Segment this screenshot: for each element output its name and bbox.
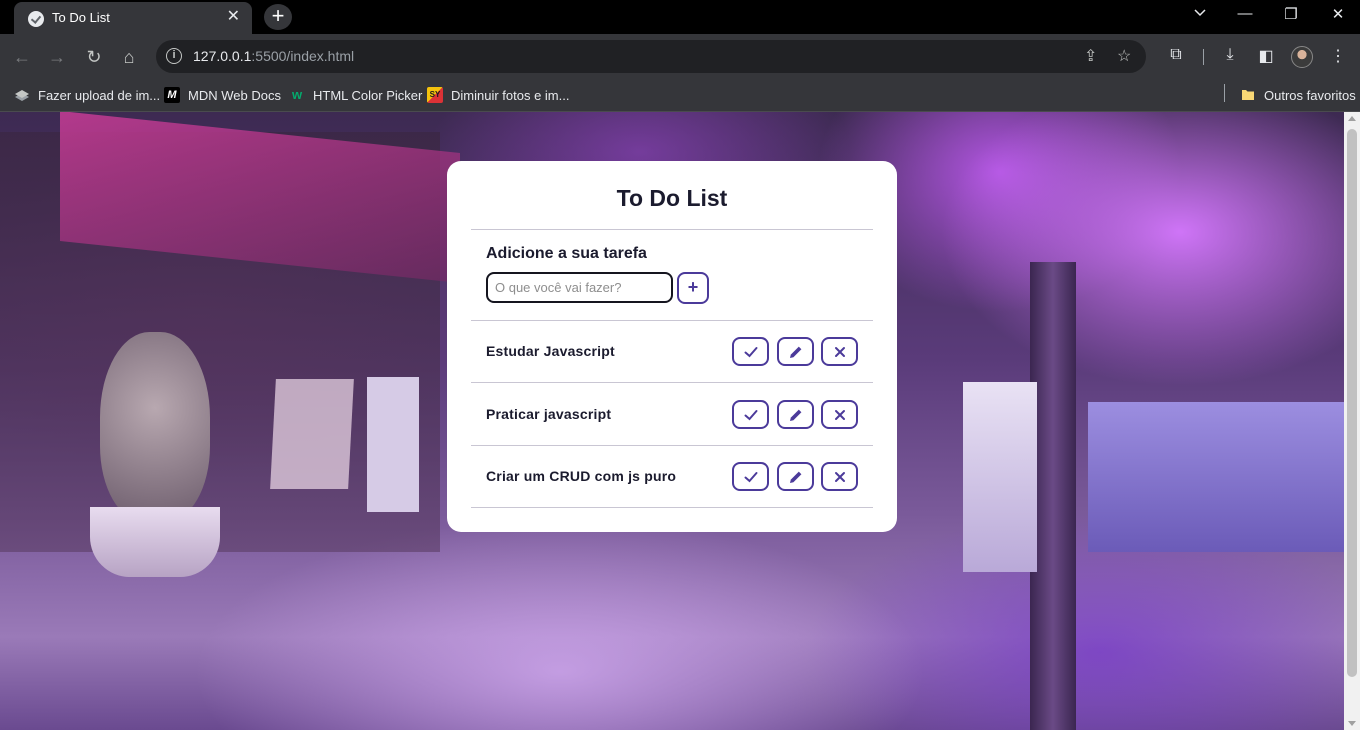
back-button[interactable]: ← [11,46,33,68]
remove-task-button[interactable] [821,462,858,491]
tab-title: To Do List [52,10,110,25]
background-menu-board [270,379,354,489]
browser-toolbar: ← → ↻ ⌂ i 127.0.0.1:5500/index.html ⇪ ☆ … [0,34,1360,79]
bookmark-label: Diminuir fotos e im... [451,87,570,103]
task-input[interactable] [486,272,673,303]
tab-search-chevron-icon[interactable] [1188,5,1212,22]
forward-button[interactable]: → [46,46,68,68]
edit-task-button[interactable] [777,462,814,491]
close-window-button[interactable]: ✕ [1326,5,1350,23]
check-icon [744,409,757,420]
scroll-up-arrow-icon[interactable] [1348,116,1356,121]
tab-close-icon[interactable]: ✕ [227,8,240,26]
bookmarks-divider [1224,84,1225,102]
page-viewport: To Do List Adicione a sua tarefa + Estud… [0,112,1344,730]
todo-favicon-icon [28,11,44,27]
pencil-icon [789,471,801,483]
check-icon [744,471,757,482]
url-text[interactable]: 127.0.0.1:5500/index.html [193,48,354,64]
pencil-icon [789,409,801,421]
todo-item-text: Estudar Javascript [486,343,615,359]
extensions-icon[interactable]: ⧉ [1165,46,1187,64]
background-truck [1088,402,1344,552]
toolbar-divider [1203,49,1204,65]
page-scrollbar[interactable] [1344,112,1360,730]
minimize-button[interactable]: — [1233,5,1257,22]
bookmark-label: HTML Color Picker [313,87,423,103]
folder-icon [1240,87,1256,103]
w3schools-icon: w [291,87,303,102]
todo-item: Criar um CRUD com js puro [471,446,873,508]
complete-task-button[interactable] [732,337,769,366]
edit-task-button[interactable] [777,400,814,429]
add-task-button[interactable]: + [677,272,709,304]
address-bar[interactable]: i 127.0.0.1:5500/index.html ⇪ ☆ [156,40,1146,73]
home-button[interactable]: ⌂ [118,46,140,68]
bookmark-label: Fazer upload de im... [38,87,161,103]
browser-menu-icon[interactable]: ⋮ [1327,46,1349,66]
title-divider [471,229,873,230]
todo-card: To Do List Adicione a sua tarefa + Estud… [447,161,897,532]
todo-item: Praticar javascript [471,384,873,446]
background-banner-left [367,377,419,512]
scroll-down-arrow-icon[interactable] [1348,721,1356,726]
url-path: :5500/index.html [251,48,355,64]
background-banner-right [963,382,1037,572]
background-topiary [100,332,210,522]
bookmark-item[interactable]: M MDN Web Docs [164,86,281,104]
close-icon [834,409,845,420]
complete-task-button[interactable] [732,462,769,491]
new-tab-button[interactable]: + [264,4,292,30]
bookmark-label: MDN Web Docs [188,87,281,103]
profile-avatar[interactable] [1291,46,1313,68]
bookmark-item[interactable]: Fazer upload de im... [14,86,160,104]
bookmark-item[interactable]: w HTML Color Picker [289,86,422,104]
todo-item-text: Praticar javascript [486,406,612,422]
page-title: To Do List [616,185,728,211]
bookmark-star-icon[interactable]: ☆ [1117,46,1131,66]
todo-item-text: Criar um CRUD com js puro [486,468,677,484]
remove-task-button[interactable] [821,337,858,366]
bookmarks-bar: Fazer upload de im... M MDN Web Docs w H… [0,79,1360,112]
url-host: 127.0.0.1 [193,48,252,64]
share-icon[interactable]: ⇪ [1084,46,1097,66]
mdn-icon: M [164,87,180,103]
remove-task-button[interactable] [821,400,858,429]
complete-task-button[interactable] [732,400,769,429]
other-bookmarks-folder[interactable]: Outros favoritos [1240,86,1356,104]
close-icon [834,471,845,482]
tab-strip: To Do List ✕ + — ❐ ✕ [0,0,1360,34]
upload-icon [14,87,30,103]
reload-button[interactable]: ↻ [83,46,105,68]
downloads-icon[interactable]: ⤓ [1219,46,1241,64]
restore-button[interactable]: ❐ [1279,5,1303,23]
todo-item: Estudar Javascript [471,321,873,383]
bookmark-item[interactable]: SY Diminuir fotos e im... [427,86,569,104]
close-icon [834,346,845,357]
edit-task-button[interactable] [777,337,814,366]
scrollbar-thumb[interactable] [1347,129,1357,677]
add-task-heading: Adicione a sua tarefa [486,245,647,262]
side-panel-icon[interactable]: ◧ [1255,46,1277,66]
resize-icon: SY [427,87,443,103]
check-icon [744,346,757,357]
site-info-icon[interactable]: i [166,48,182,64]
other-bookmarks-label: Outros favoritos [1264,87,1356,103]
background-planter [90,507,220,577]
browser-tab[interactable]: To Do List ✕ [14,2,252,34]
pencil-icon [789,346,801,358]
